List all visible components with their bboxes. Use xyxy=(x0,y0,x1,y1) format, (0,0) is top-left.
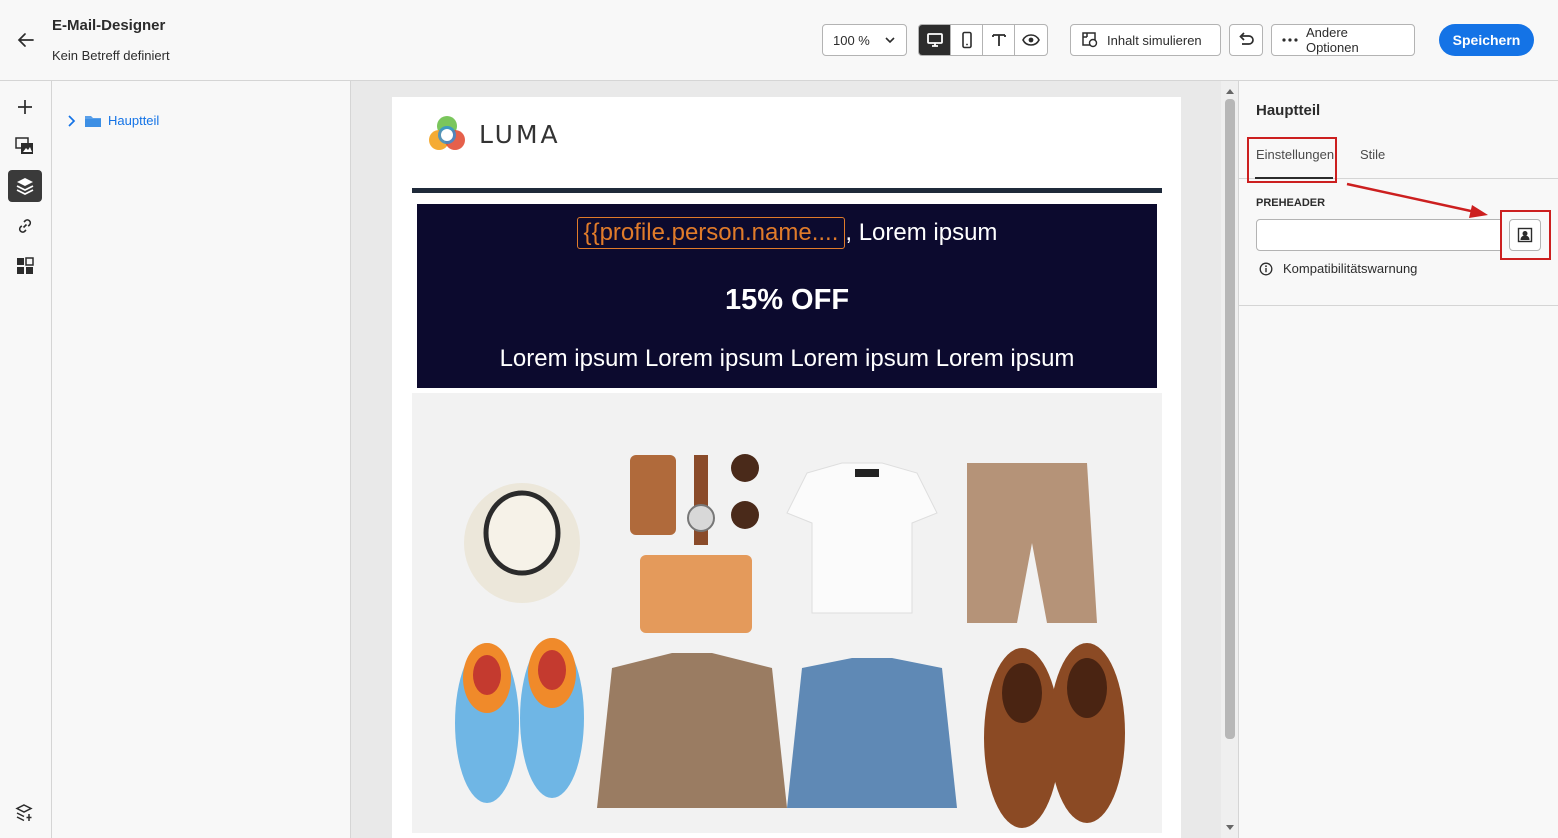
greeting-line: {{profile.person.name.... , Lorem ipsum xyxy=(417,217,1157,249)
grid-icon xyxy=(17,257,34,274)
link-icon xyxy=(18,219,32,233)
scroll-down-icon[interactable] xyxy=(1225,824,1235,832)
chevron-right-icon[interactable] xyxy=(66,114,78,128)
simulate-label: Inhalt simulieren xyxy=(1107,32,1202,48)
clothing-flatlay-image xyxy=(412,393,1162,833)
canvas-scrollbar[interactable] xyxy=(1221,81,1239,838)
eye-icon xyxy=(1022,34,1040,46)
layers-settings-icon xyxy=(15,804,33,822)
tree-item-hauptteil[interactable]: Hauptteil xyxy=(66,113,159,128)
scroll-thumb[interactable] xyxy=(1225,99,1235,739)
tagline: Lorem ipsum Lorem ipsum Lorem ipsum Lore… xyxy=(499,345,1075,372)
save-button[interactable]: Speichern xyxy=(1439,24,1534,56)
tree-item-label: Hauptteil xyxy=(108,113,160,128)
text-view-button[interactable] xyxy=(983,25,1015,55)
subject-status: Kein Betreff definiert xyxy=(52,48,170,63)
folder-icon xyxy=(85,115,101,127)
fragments-button[interactable] xyxy=(8,250,42,282)
promo-banner[interactable]: {{profile.person.name.... , Lorem ipsum … xyxy=(417,204,1157,388)
undo-icon xyxy=(1239,32,1254,45)
back-button[interactable] xyxy=(12,26,40,54)
arrow-left-icon xyxy=(17,33,34,47)
more-options-label: Andere Optionen xyxy=(1305,25,1359,55)
plus-icon xyxy=(18,100,32,114)
structure-tree: Hauptteil xyxy=(52,81,351,838)
preview-button[interactable] xyxy=(1015,25,1047,55)
header-divider xyxy=(412,188,1162,193)
panel-title: Hauptteil xyxy=(1256,102,1321,119)
layers-icon xyxy=(16,178,34,195)
info-icon xyxy=(1259,262,1273,275)
properties-panel: Hauptteil Einstellungen Stile PREHEADER … xyxy=(1239,81,1558,838)
preheader-input[interactable] xyxy=(1256,219,1502,251)
greeting-suffix: , Lorem ipsum xyxy=(845,219,998,246)
email-canvas[interactable]: LUMA {{profile.person.name.... , Lorem i… xyxy=(351,81,1221,838)
mobile-view-button[interactable] xyxy=(951,25,983,55)
layers-button[interactable] xyxy=(8,170,42,202)
desktop-view-button[interactable] xyxy=(919,25,951,55)
compat-warning-label: Kompatibilitätswarnung xyxy=(1283,261,1418,276)
top-bar: E-Mail-Designer Kein Betreff definiert 1… xyxy=(0,0,1558,81)
assets-button[interactable] xyxy=(8,130,42,162)
scroll-up-icon[interactable] xyxy=(1225,87,1235,95)
tab-stile[interactable]: Stile xyxy=(1360,147,1385,162)
personalization-token[interactable]: {{profile.person.name.... xyxy=(576,217,846,249)
view-mode-group xyxy=(918,24,1048,56)
offer-headline: 15% OFF xyxy=(724,284,850,316)
left-rail xyxy=(0,81,52,838)
chevron-down-icon xyxy=(885,37,895,44)
assets-icon xyxy=(15,137,33,154)
add-component-button[interactable] xyxy=(8,91,42,123)
logo-text: LUMA xyxy=(479,119,561,149)
panel-separator xyxy=(1239,305,1558,306)
app-title: E-Mail-Designer xyxy=(52,17,166,34)
zoom-value: 100 % xyxy=(833,32,870,48)
undo-button[interactable] xyxy=(1229,24,1263,56)
highlight-settings-tab xyxy=(1247,137,1337,183)
highlight-personalization-button xyxy=(1500,210,1551,260)
desktop-icon xyxy=(926,33,943,47)
luma-logo-icon xyxy=(429,116,465,150)
simulate-content-button[interactable]: Inhalt simulieren xyxy=(1070,24,1221,56)
more-icon xyxy=(1282,38,1298,42)
simulate-icon xyxy=(1082,32,1098,48)
text-icon xyxy=(991,34,1006,46)
compatibility-warning[interactable]: Kompatibilitätswarnung xyxy=(1259,261,1417,276)
email-body[interactable]: LUMA {{profile.person.name.... , Lorem i… xyxy=(392,97,1181,838)
more-options-button[interactable]: Andere Optionen xyxy=(1271,24,1415,56)
bottom-layers-button[interactable] xyxy=(8,797,42,829)
mobile-icon xyxy=(961,31,972,49)
preheader-label: PREHEADER xyxy=(1256,197,1326,209)
product-image[interactable] xyxy=(412,393,1162,833)
zoom-select[interactable]: 100 % xyxy=(822,24,907,56)
links-button[interactable] xyxy=(8,210,42,242)
luma-logo[interactable]: LUMA xyxy=(427,114,561,154)
